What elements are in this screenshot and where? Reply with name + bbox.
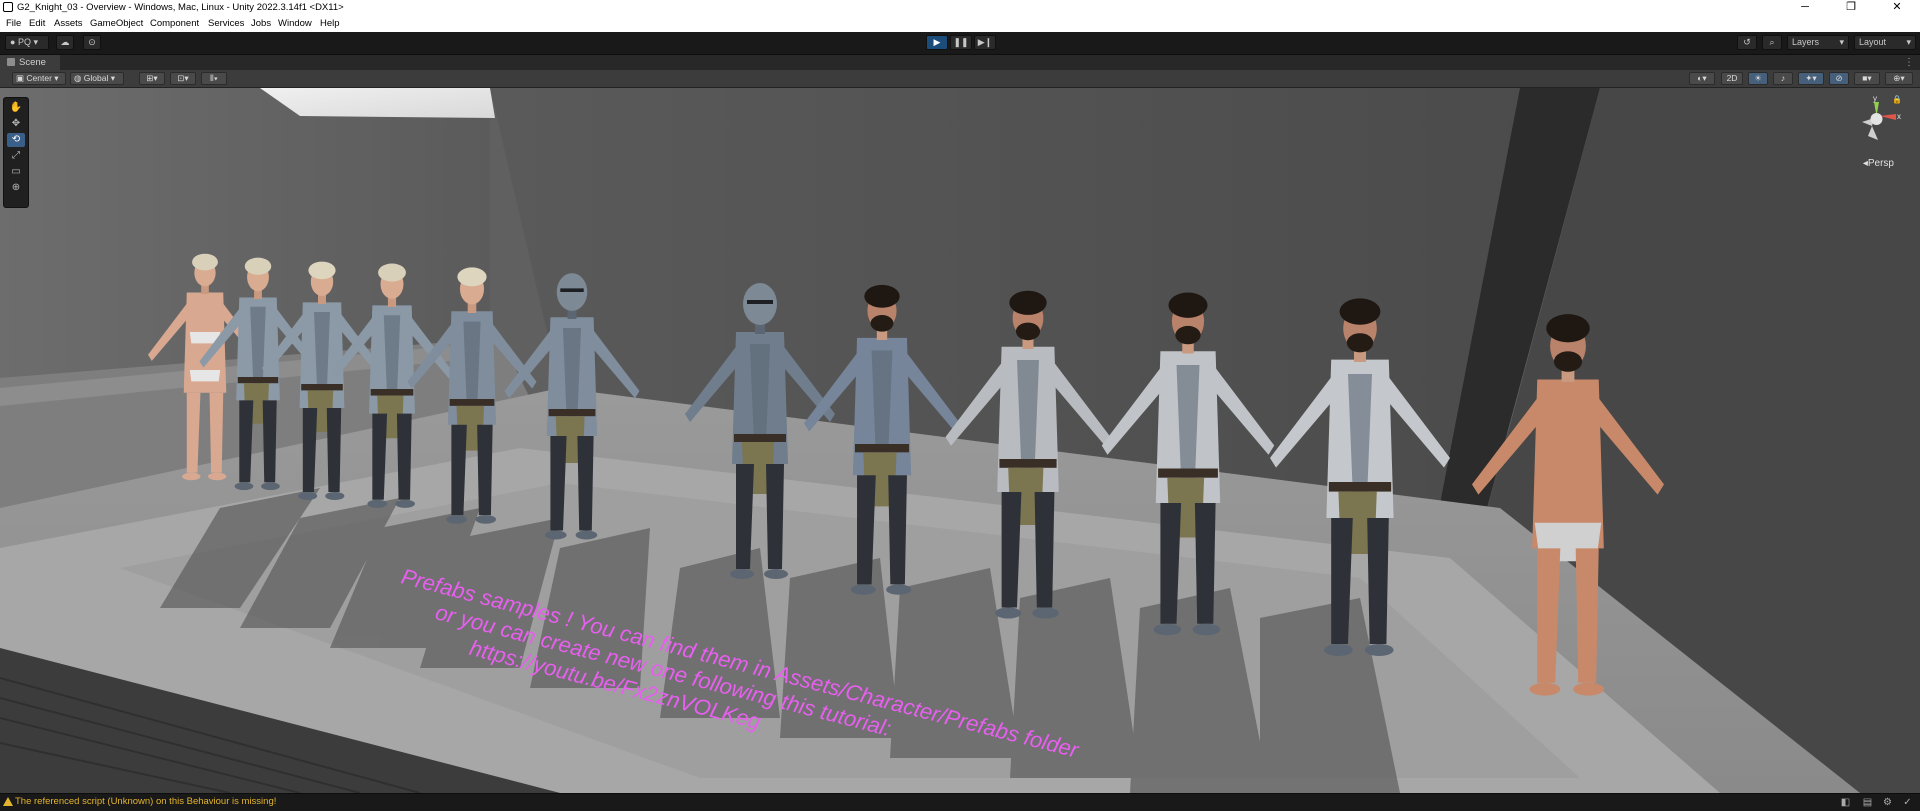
projection-label[interactable]: ◂Persp (1863, 158, 1894, 169)
console-message[interactable]: The referenced script (Unknown) on this … (15, 796, 276, 807)
scene-tools-panel: ✋ ✥ ⟲ ⤢ ▭ ⊕ (3, 97, 29, 208)
pivot-label: Center (26, 73, 52, 83)
tab-scene[interactable]: Scene (0, 55, 60, 70)
effects-icon[interactable]: ✦▾ (1798, 72, 1824, 85)
collab-icon[interactable]: ⊙ (83, 35, 101, 50)
menu-gameobject[interactable]: GameObject (90, 18, 143, 29)
space-label: Global (83, 73, 109, 83)
progress-icon[interactable]: ◧ (1840, 797, 1851, 808)
hidden-objects-icon[interactable]: ⊘ (1829, 72, 1849, 85)
menu-services[interactable]: Services (208, 18, 244, 29)
history-icon[interactable]: ↺ (1737, 35, 1757, 50)
scene-viewport[interactable]: Prefabs samples ! You can find them in A… (0, 88, 1920, 793)
account-icon: ● (10, 37, 16, 47)
chevron-down-icon: ▾ (110, 73, 116, 83)
check-icon[interactable]: ✓ (1902, 797, 1913, 808)
layers-label: Layers (1792, 37, 1820, 47)
tab-bar: Scene ⋮ (0, 55, 1920, 70)
draw-mode-icon[interactable]: ◐▾ (1689, 72, 1715, 85)
orientation-gizmo[interactable]: y x 🔒 (1852, 94, 1902, 154)
cache-icon[interactable]: ▤ (1862, 797, 1873, 808)
pivot-dropdown[interactable]: ▣ Center ▾ (12, 72, 66, 85)
menu-file[interactable]: File (6, 18, 21, 29)
play-button[interactable]: ▶ (926, 35, 948, 50)
pause-button[interactable]: ❚❚ (950, 35, 972, 50)
chevron-down-icon: ▾ (33, 37, 39, 47)
menu-bar: File Edit Assets GameObject Component Se… (0, 16, 1920, 32)
layers-dropdown[interactable]: Layers ▾ (1787, 35, 1849, 50)
close-button[interactable]: ✕ (1874, 0, 1920, 16)
gizmo-y-label: y (1873, 94, 1877, 103)
title-bar: G2_Knight_03 - Overview - Windows, Mac, … (0, 0, 1920, 16)
lighting-icon[interactable]: ☀ (1748, 72, 1768, 85)
account-dropdown[interactable]: ● PQ ▾ (5, 35, 49, 50)
debug-icon[interactable]: ⚙ (1882, 797, 1893, 808)
grid-snap-icon[interactable]: ⊞▾ (139, 72, 165, 85)
rect-tool-icon[interactable]: ▭ (7, 165, 25, 179)
warning-icon (3, 797, 13, 806)
status-bar: The referenced script (Unknown) on this … (0, 793, 1920, 811)
window-title: G2_Knight_03 - Overview - Windows, Mac, … (17, 2, 344, 13)
main-toolbar: ● PQ ▾ ☁ ⊙ ▶ ❚❚ ▶❙ ↺ ⌕ Layers ▾ Layout ▾ (0, 32, 1920, 55)
menu-component[interactable]: Component (150, 18, 199, 29)
hand-tool-icon[interactable]: ✋ (7, 101, 25, 115)
menu-edit[interactable]: Edit (29, 18, 45, 29)
menu-help[interactable]: Help (320, 18, 340, 29)
chevron-down-icon: ▾ (1839, 37, 1844, 47)
gizmo-x-label: x (1897, 112, 1901, 121)
increment-snap-icon[interactable]: ⊡▾ (170, 72, 196, 85)
audio-icon[interactable]: ♪ (1773, 72, 1793, 85)
align-icon[interactable]: ⫴▾ (201, 72, 227, 85)
maximize-button[interactable]: ❐ (1828, 0, 1874, 16)
scene-render: Prefabs samples ! You can find them in A… (0, 88, 1920, 793)
pivot-icon: ▣ (16, 73, 25, 83)
tab-scene-label: Scene (19, 57, 46, 68)
rotate-tool-icon[interactable]: ⟲ (7, 133, 25, 147)
lock-icon: 🔒 (1892, 95, 1902, 104)
scene-toolbar: ▣ Center ▾ ◍ Global ▾ ⊞▾ ⊡▾ ⫴▾ ◐▾ 2D ☀ ♪… (0, 70, 1920, 88)
layout-dropdown[interactable]: Layout ▾ (1854, 35, 1916, 50)
globe-icon: ◍ (74, 73, 82, 83)
chevron-down-icon: ▾ (1906, 37, 1911, 47)
kebab-menu-icon[interactable]: ⋮ (1904, 55, 1914, 70)
transform-tool-icon[interactable]: ⊕ (7, 181, 25, 195)
account-label: PQ (17, 37, 31, 47)
cloud-icon[interactable]: ☁ (56, 35, 74, 50)
scale-tool-icon[interactable]: ⤢ (7, 149, 25, 163)
projection-text: Persp (1867, 158, 1894, 169)
chevron-down-icon: ▾ (54, 73, 59, 83)
unity-logo-icon (3, 2, 13, 12)
scene-icon (7, 58, 15, 66)
search-icon[interactable]: ⌕ (1762, 35, 1782, 50)
menu-jobs[interactable]: Jobs (251, 18, 271, 29)
gizmos-icon[interactable]: ⊕▾ (1885, 72, 1913, 85)
layout-label: Layout (1859, 37, 1887, 47)
menu-window[interactable]: Window (278, 18, 312, 29)
menu-assets[interactable]: Assets (54, 18, 83, 29)
space-dropdown[interactable]: ◍ Global ▾ (70, 72, 124, 85)
2d-toggle[interactable]: 2D (1721, 72, 1743, 85)
camera-icon[interactable]: ■▾ (1854, 72, 1880, 85)
step-button[interactable]: ▶❙ (974, 35, 996, 50)
move-tool-icon[interactable]: ✥ (7, 117, 25, 131)
minimize-button[interactable]: ─ (1782, 0, 1828, 16)
